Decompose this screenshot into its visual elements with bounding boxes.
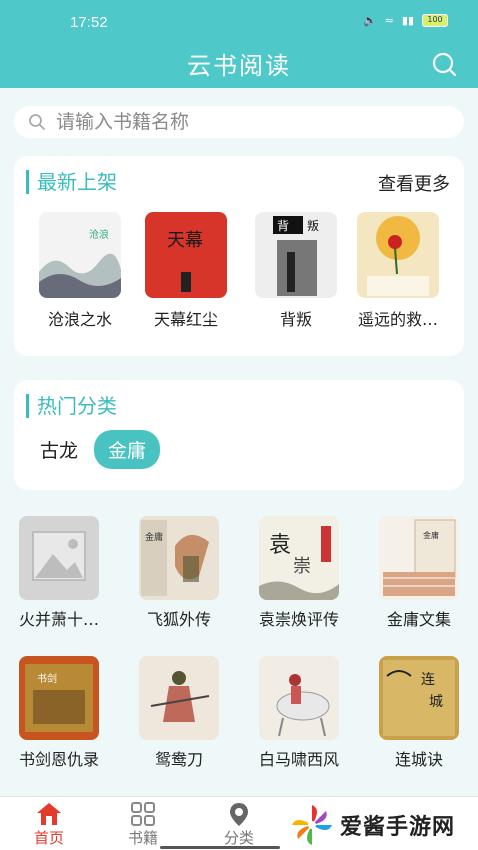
- book-title: 火并萧十…: [18, 610, 99, 629]
- page-title: 云书阅读: [187, 52, 291, 80]
- home-icon: [37, 803, 61, 825]
- book-title: 连城诀: [394, 750, 443, 769]
- book-title: 遥远的救…: [357, 310, 438, 329]
- section-title-new: 最新上架: [26, 170, 117, 194]
- svg-text:书剑: 书剑: [37, 672, 57, 685]
- svg-text:金庸: 金庸: [423, 530, 439, 540]
- nav-books[interactable]: 书籍: [108, 801, 178, 848]
- grid-book-item[interactable]: 金庸 金庸文集: [360, 516, 478, 630]
- grid-book-item[interactable]: 金庸 飞狐外传: [120, 516, 238, 630]
- category-tag-jinyong[interactable]: 金庸: [94, 430, 161, 469]
- book-cover: 金庸: [379, 516, 459, 600]
- book-cover: [139, 656, 219, 740]
- nav-books-label: 书籍: [127, 829, 158, 847]
- svg-text:金庸: 金庸: [145, 531, 163, 543]
- section-title-hot: 热门分类: [26, 394, 117, 418]
- grid-book-item[interactable]: 鸳鸯刀: [120, 656, 238, 770]
- book-cover: [259, 656, 339, 740]
- book-title: 白马啸西风: [258, 750, 339, 769]
- svg-text:天幕: 天幕: [167, 230, 203, 251]
- search-icon[interactable]: [430, 50, 458, 78]
- svg-text:崇: 崇: [293, 556, 311, 577]
- mute-icon: 🔈: [362, 14, 377, 27]
- book-title: 金庸文集: [386, 610, 451, 629]
- svg-text:城: 城: [429, 694, 443, 710]
- book-item[interactable]: 遥远的救…: [348, 212, 448, 330]
- status-icons: 🔈 ≈ ▮▮ 100: [363, 14, 448, 27]
- watermark-text: 爱酱手游网: [340, 815, 456, 840]
- svg-text:袁: 袁: [269, 533, 291, 558]
- book-title: 飞狐外传: [146, 610, 211, 629]
- grid-book-item[interactable]: 连 城 连城诀: [360, 656, 478, 770]
- book-cover: 袁 崇: [259, 516, 339, 600]
- grid-book-item[interactable]: 白马啸西风: [240, 656, 358, 770]
- status-time: 17:52: [70, 14, 108, 31]
- new-arrivals-card: 最新上架 查看更多 沧浪 沧浪之水 天幕 天幕红尘 背 叛 背叛 遥远的救…: [14, 156, 464, 356]
- nav-home[interactable]: 首页: [14, 801, 84, 848]
- category-tags: 古龙 金庸: [40, 430, 161, 469]
- book-cover: [357, 212, 439, 298]
- book-cover-placeholder: [19, 516, 99, 600]
- book-cover: 沧浪: [39, 212, 121, 298]
- search-bar[interactable]: [14, 106, 464, 138]
- home-indicator: [160, 846, 280, 849]
- book-title: 袁崇焕评传: [258, 610, 339, 629]
- svg-text:背: 背: [277, 219, 289, 233]
- search-input[interactable]: [56, 111, 436, 133]
- book-title: 书剑恩仇录: [18, 750, 99, 769]
- watermark: 爱酱手游网: [290, 800, 478, 850]
- status-bar: 17:52 🔈 ≈ ▮▮ 100: [0, 0, 478, 42]
- book-title: 鸳鸯刀: [154, 750, 203, 769]
- book-item[interactable]: 天幕 天幕红尘: [136, 212, 236, 330]
- svg-text:沧浪: 沧浪: [89, 228, 109, 241]
- book-title: 沧浪之水: [47, 310, 112, 329]
- app-header: 17:52 🔈 ≈ ▮▮ 100 云书阅读: [0, 0, 478, 88]
- book-cover: 书剑: [19, 656, 99, 740]
- book-cover: 金庸: [139, 516, 219, 600]
- signal-icon: ▮▮: [401, 14, 414, 27]
- search-icon: [29, 114, 45, 130]
- book-item[interactable]: 背 叛 背叛: [246, 212, 346, 330]
- pinwheel-logo-icon: [292, 805, 332, 845]
- category-tag-gulong[interactable]: 古龙: [40, 430, 78, 469]
- svg-text:叛: 叛: [307, 219, 319, 233]
- grid-book-item[interactable]: 袁 崇 袁崇焕评传: [240, 516, 358, 630]
- grid-book-item[interactable]: 火并萧十…: [0, 516, 118, 630]
- grid-icon: [131, 802, 155, 826]
- book-cover: 天幕: [145, 212, 227, 298]
- book-cover: 背 叛: [255, 212, 337, 298]
- nav-categories[interactable]: 分类: [204, 801, 274, 848]
- nav-categories-label: 分类: [223, 829, 254, 847]
- wifi-icon: ≈: [384, 14, 394, 27]
- book-title: 背叛: [279, 310, 312, 329]
- grid-book-item[interactable]: 书剑 书剑恩仇录: [0, 656, 118, 770]
- svg-text:连: 连: [421, 672, 435, 688]
- book-title: 天幕红尘: [153, 310, 218, 329]
- location-pin-icon: [230, 803, 248, 826]
- see-more-link[interactable]: 查看更多: [378, 170, 450, 196]
- book-item[interactable]: 沧浪 沧浪之水: [30, 212, 130, 330]
- battery-icon: 100: [422, 14, 448, 27]
- book-cover: 连 城: [379, 656, 459, 740]
- nav-home-label: 首页: [33, 829, 64, 847]
- hot-categories-card: 热门分类 古龙 金庸: [14, 380, 464, 490]
